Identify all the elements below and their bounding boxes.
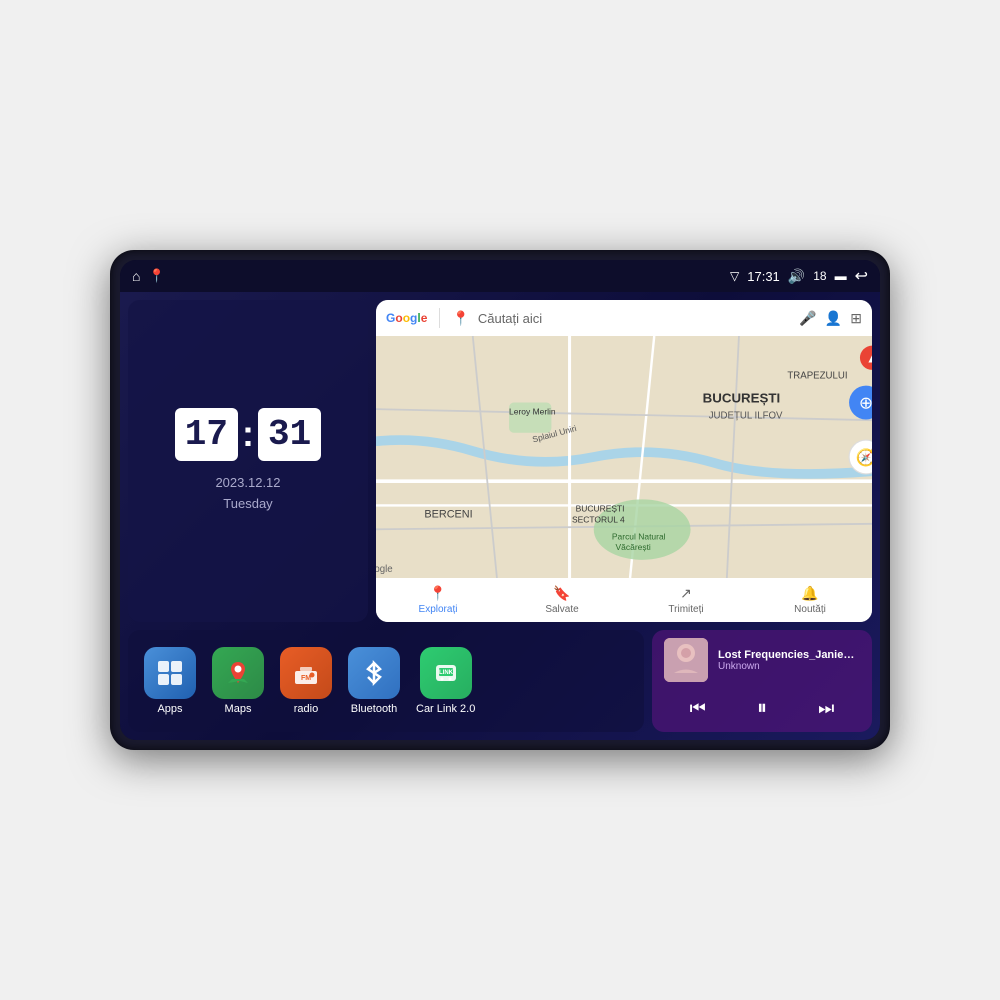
top-section: 17 : 31 2023.12.12 Tuesday Google xyxy=(120,292,880,630)
back-icon[interactable]: ↩ xyxy=(855,266,868,286)
clock-hours: 17 xyxy=(175,408,238,461)
clock-date: 2023.12.12 Tuesday xyxy=(215,473,280,515)
svg-text:Google: Google xyxy=(376,564,393,575)
apps-icon xyxy=(144,647,196,699)
signal-icon: ▽ xyxy=(730,269,739,283)
svg-text:JUDEȚUL ILFOV: JUDEȚUL ILFOV xyxy=(709,410,783,421)
prev-button[interactable]: ⏮ xyxy=(682,694,714,723)
apps-label: Apps xyxy=(157,703,182,715)
svg-text:TRAPEZULUI: TRAPEZULUI xyxy=(787,370,847,381)
music-controls: ⏮ ⏸ ⏭ xyxy=(664,693,860,724)
music-title: Lost Frequencies_Janieck Devy-... xyxy=(718,649,860,661)
mic-icon[interactable]: 🎤 xyxy=(799,310,816,327)
account-icon[interactable]: 👤 xyxy=(825,310,842,327)
svg-text:BUCUREȘTI: BUCUREȘTI xyxy=(703,391,781,406)
bottom-section: Apps Maps xyxy=(120,630,880,740)
map-nav-share[interactable]: ↗ Trimiteți xyxy=(624,585,748,615)
svg-text:Văcărești: Văcărești xyxy=(616,542,651,552)
apps-row: Apps Maps xyxy=(128,630,644,732)
music-info: Lost Frequencies_Janieck Devy-... Unknow… xyxy=(718,649,860,672)
app-item-carlink[interactable]: LINK Car Link 2.0 xyxy=(416,647,475,715)
clock-separator: : xyxy=(242,413,254,455)
home-icon[interactable]: ⌂ xyxy=(132,268,140,284)
location-pin-icon[interactable]: 📍 xyxy=(148,268,164,284)
maps-app-icon xyxy=(212,647,264,699)
map-search-icons: 🎤 👤 ⊞ xyxy=(799,310,862,327)
saved-icon: 🔖 xyxy=(553,585,570,602)
status-bar-right: ▽ 17:31 🔊 18 ▬ ↩ xyxy=(730,266,868,286)
svg-text:⊕: ⊕ xyxy=(859,394,872,413)
map-bottom-bar: 📍 Explorați 🔖 Salvate ↗ Trimiteți 🔔 xyxy=(376,578,872,622)
svg-text:LINK: LINK xyxy=(439,670,454,676)
map-nav-saved[interactable]: 🔖 Salvate xyxy=(500,585,624,615)
svg-text:Leroy Merlin: Leroy Merlin xyxy=(509,407,556,417)
carlink-label: Car Link 2.0 xyxy=(416,703,475,715)
main-content: 17 : 31 2023.12.12 Tuesday Google xyxy=(120,292,880,740)
app-item-maps[interactable]: Maps xyxy=(212,647,264,715)
map-search-bar[interactable]: Google 📍 Căutați aici 🎤 👤 ⊞ xyxy=(376,300,872,336)
map-nav-saved-label: Salvate xyxy=(545,604,578,615)
map-body[interactable]: BUCUREȘTI JUDEȚUL ILFOV TRAPEZULUI BERCE… xyxy=(376,336,872,578)
app-item-bluetooth[interactable]: Bluetooth xyxy=(348,647,400,715)
svg-text:▲: ▲ xyxy=(866,352,872,366)
svg-text:Parcul Natural: Parcul Natural xyxy=(612,531,666,541)
maps-pin-icon: 📍 xyxy=(452,310,469,327)
music-player: Lost Frequencies_Janieck Devy-... Unknow… xyxy=(652,630,872,732)
app-item-radio[interactable]: FM radio xyxy=(280,647,332,715)
share-icon: ↗ xyxy=(680,585,692,602)
svg-text:SECTORUL 4: SECTORUL 4 xyxy=(572,514,625,524)
clock-minutes: 31 xyxy=(258,408,321,461)
svg-text:BUCUREȘTI: BUCUREȘTI xyxy=(576,503,625,513)
svg-text:🧭: 🧭 xyxy=(855,447,872,467)
svg-text:FM: FM xyxy=(301,675,311,682)
map-nav-news-label: Noutăți xyxy=(794,604,826,615)
status-bar-left: ⌂ 📍 xyxy=(132,268,165,284)
clock-display: 17 : 31 xyxy=(175,408,321,461)
map-nav-explore[interactable]: 📍 Explorați xyxy=(376,585,500,615)
volume-level: 18 xyxy=(813,269,826,283)
map-nav-share-label: Trimiteți xyxy=(668,604,703,615)
status-bar: ⌂ 📍 ▽ 17:31 🔊 18 ▬ ↩ xyxy=(120,260,880,292)
next-button[interactable]: ⏭ xyxy=(810,694,842,723)
layers-icon[interactable]: ⊞ xyxy=(850,310,862,327)
explore-icon: 📍 xyxy=(429,585,446,602)
radio-label: radio xyxy=(294,703,318,715)
bluetooth-label: Bluetooth xyxy=(351,703,397,715)
map-nav-news[interactable]: 🔔 Noutăți xyxy=(748,585,872,615)
radio-app-icon: FM xyxy=(280,647,332,699)
music-top: Lost Frequencies_Janieck Devy-... Unknow… xyxy=(664,638,860,682)
device-screen: ⌂ 📍 ▽ 17:31 🔊 18 ▬ ↩ 17 : xyxy=(120,260,880,740)
album-art xyxy=(664,638,708,682)
battery-icon: ▬ xyxy=(835,269,847,283)
news-icon: 🔔 xyxy=(801,585,818,602)
bluetooth-app-icon xyxy=(348,647,400,699)
maps-label: Maps xyxy=(225,703,252,715)
play-pause-button[interactable]: ⏸ xyxy=(749,693,775,724)
google-maps-logo: Google xyxy=(386,311,427,325)
carlink-app-icon: LINK xyxy=(420,647,472,699)
map-search-input[interactable]: Căutați aici xyxy=(478,311,792,326)
map-nav-explore-label: Explorați xyxy=(419,604,458,615)
svg-text:BERCENI: BERCENI xyxy=(424,509,472,521)
app-item-apps[interactable]: Apps xyxy=(144,647,196,715)
map-widget[interactable]: Google 📍 Căutați aici 🎤 👤 ⊞ xyxy=(376,300,872,622)
music-artist: Unknown xyxy=(718,661,860,672)
status-time: 17:31 xyxy=(747,269,780,284)
car-headunit-device: ⌂ 📍 ▽ 17:31 🔊 18 ▬ ↩ 17 : xyxy=(110,250,890,750)
clock-widget: 17 : 31 2023.12.12 Tuesday xyxy=(128,300,368,622)
volume-icon: 🔊 xyxy=(788,268,805,285)
